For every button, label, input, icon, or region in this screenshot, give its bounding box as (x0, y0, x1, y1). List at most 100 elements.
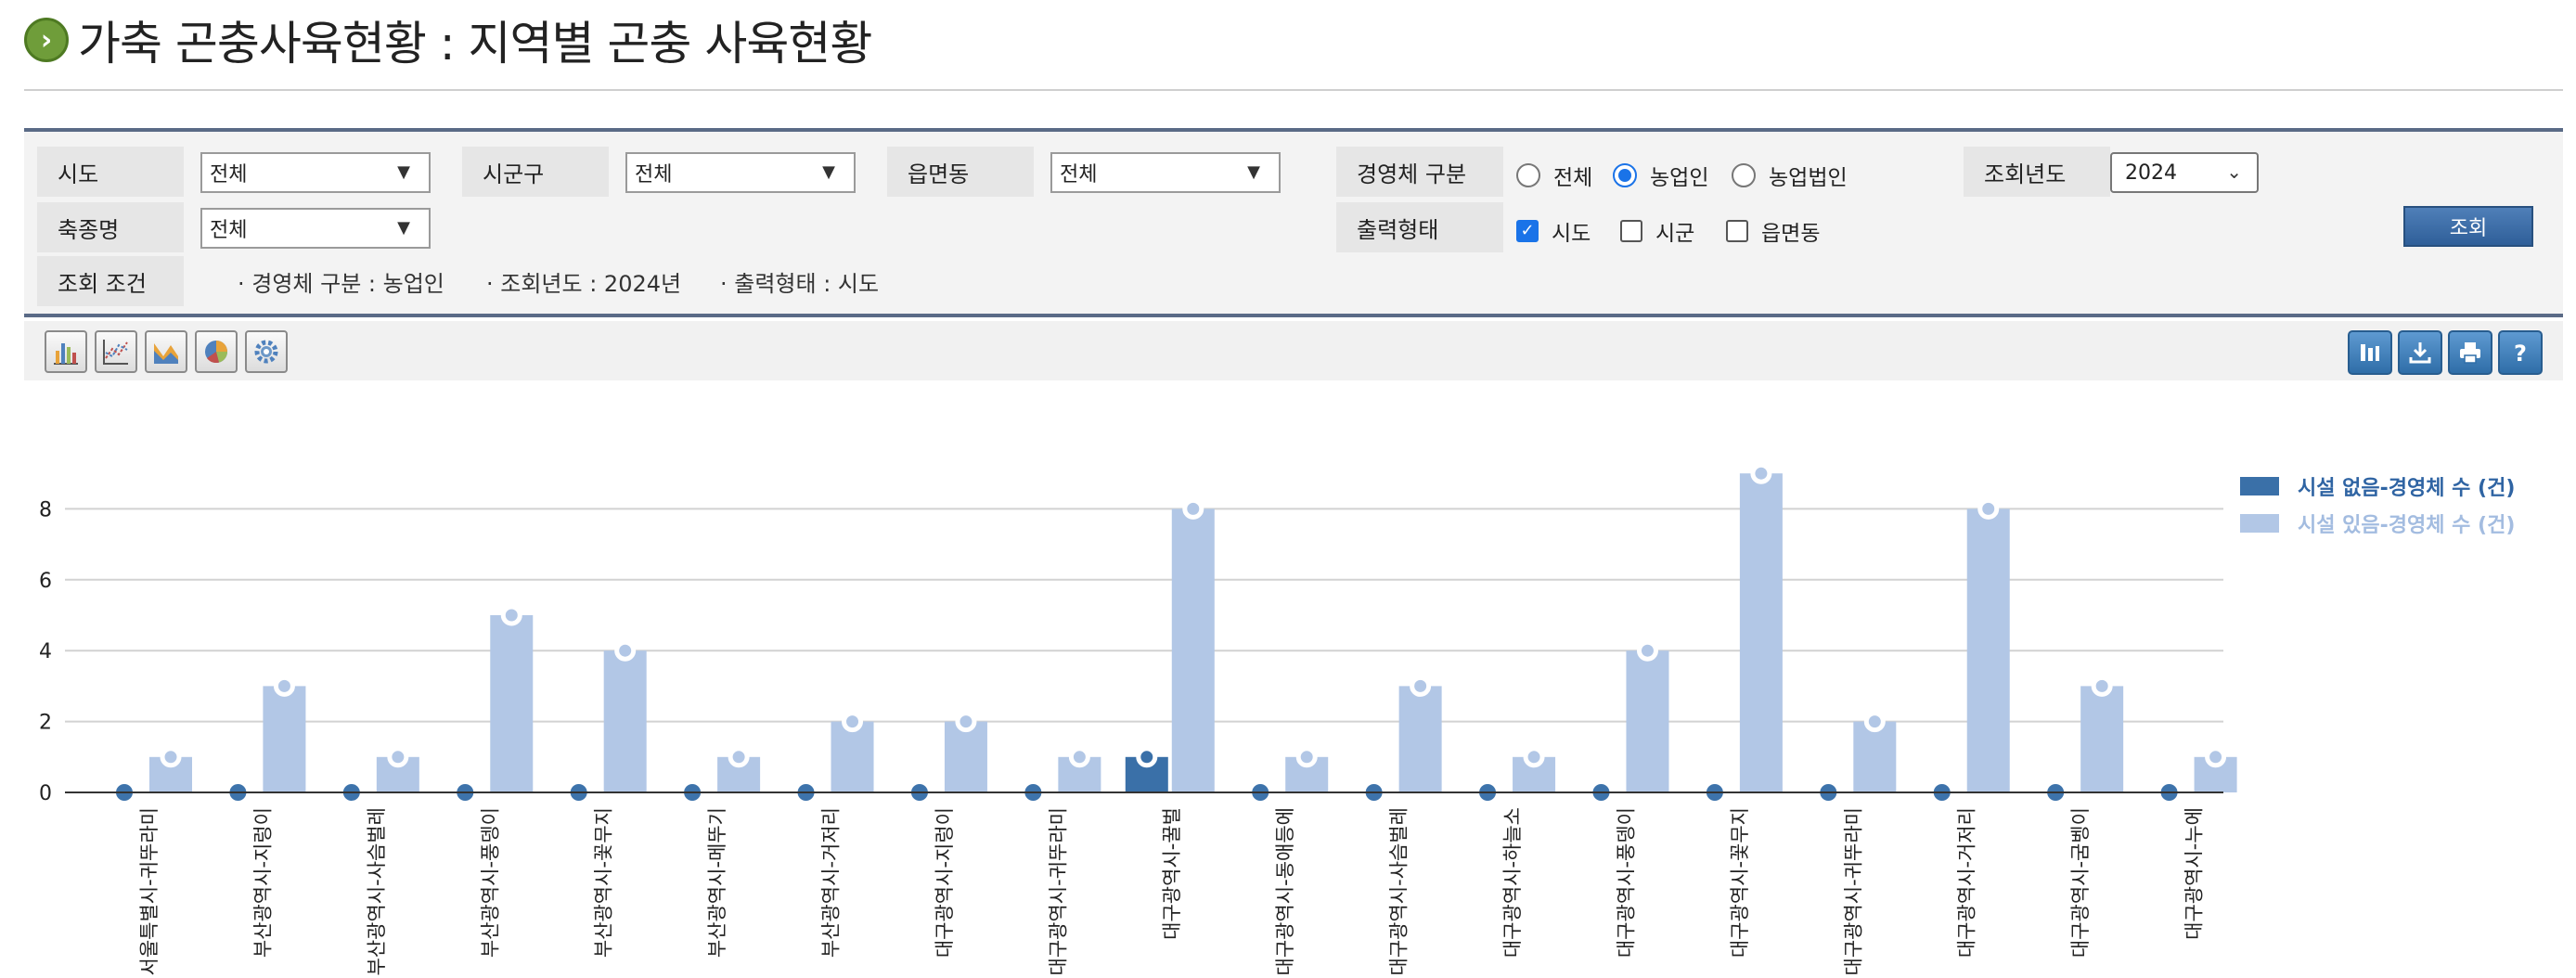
page-title: 가축 곤충사육현황 : 지역별 곤충 사육현황 (78, 17, 872, 71)
chart-area: 0 2 4 6 8 서울특별시-귀뚜라미 부산광역시-지렁이 부산광역시-사슴벌레 부산광역시-… (39, 462, 2237, 975)
legend-swatch (2240, 477, 2279, 495)
y-tick-label: 4 (39, 640, 52, 663)
radio-circle-icon (1516, 163, 1540, 187)
data-point-with-facility (1523, 746, 1545, 768)
species-label: 축종명 (37, 202, 184, 252)
legend-label: 시설 없음-경영체 수 (건) (2298, 477, 2516, 500)
legend-label: 시설 있음-경영체 수 (건) (2298, 514, 2516, 537)
data-point-with-facility (614, 639, 637, 662)
x-tick-label: 부산광역시-꽃무지 (593, 807, 615, 958)
print-button[interactable] (2448, 330, 2492, 375)
page-header: › 가축 곤충사육현황 : 지역별 곤충 사육현황 (24, 7, 872, 72)
download-button[interactable] (2398, 330, 2442, 375)
search-button[interactable]: 조회 (2403, 206, 2533, 247)
checkbox-icon (1620, 220, 1642, 242)
year-select[interactable]: 2024 ⌄ (2110, 152, 2259, 193)
sido-label: 시도 (37, 147, 184, 197)
output-sigun-checkbox[interactable]: 시군 (1620, 215, 1694, 247)
eupmyeondong-select[interactable]: 전체 ▼ (1050, 152, 1281, 193)
data-point-with-facility (160, 746, 182, 768)
x-tick-label: 대구광역시-꽃무지 (1729, 807, 1751, 958)
dropdown-arrow-icon: ▼ (397, 218, 410, 238)
y-tick-label: 2 (39, 712, 52, 735)
column-view-icon (2361, 344, 2379, 361)
print-icon (2460, 342, 2480, 364)
data-point-no-facility (1136, 746, 1158, 768)
checkbox-icon (1726, 220, 1748, 242)
pie-chart-icon (205, 341, 227, 364)
radio-circle-icon (1732, 163, 1756, 187)
entity-type-all-radio[interactable]: 전체 (1516, 160, 1592, 191)
sido-select[interactable]: 전체 ▼ (200, 152, 431, 193)
year-label: 조회년도 (1964, 147, 2110, 197)
x-tick-label: 부산광역시-거저리 (820, 807, 843, 958)
title-divider (24, 89, 2563, 91)
x-tick-label: 대구광역시-굼벵이 (2069, 807, 2092, 958)
checkbox-label: 읍면동 (1761, 222, 1821, 246)
legend-item-no-facility[interactable]: 시설 없음-경영체 수 (건) (2240, 468, 2515, 505)
eupmyeondong-select-value: 전체 (1060, 163, 1098, 187)
sigungu-select[interactable]: 전체 ▼ (625, 152, 856, 193)
x-tick-label: 대구광역시-귀뚜라미 (1842, 807, 1864, 975)
chart-toolbar: ? (24, 321, 2563, 380)
chart-legend: 시설 없음-경영체 수 (건) 시설 있음-경영체 수 (건) (2240, 468, 2515, 542)
x-tick-label: 부산광역시-메뚜기 (706, 807, 728, 958)
legend-item-with-facility[interactable]: 시설 있음-경영체 수 (건) (2240, 505, 2515, 542)
dropdown-arrow-icon: ▼ (397, 162, 410, 182)
y-tick-label: 8 (39, 498, 52, 521)
x-tick-label: 부산광역시-사슴벌레 (366, 807, 388, 975)
dropdown-arrow-icon: ▼ (822, 162, 835, 182)
data-point-with-facility (2205, 746, 2227, 768)
condition-item: · 경영체 구분 : 농업인 (238, 271, 444, 297)
condition-item: · 출력형태 : 시도 (720, 271, 880, 297)
x-tick-label: 대구광역시-풍뎅이 (1615, 807, 1637, 958)
dropdown-arrow-icon: ▼ (1247, 162, 1260, 182)
x-tick-label: 대구광역시-하늘소 (1501, 807, 1524, 958)
x-tick-label: 대구광역시-누에 (2183, 807, 2206, 940)
sigungu-select-value: 전체 (635, 163, 673, 187)
data-point-with-facility (1636, 639, 1658, 662)
bar-series-with-facility (1398, 686, 1442, 792)
settings-button[interactable] (245, 330, 288, 373)
pie-chart-button[interactable] (195, 330, 238, 373)
radio-label: 전체 (1553, 166, 1593, 190)
bar-chart-button[interactable] (45, 330, 87, 373)
x-tick-label: 서울특별시-귀뚜라미 (138, 807, 161, 975)
output-sido-checkbox[interactable]: ✓ 시도 (1516, 215, 1591, 247)
checkmark-icon: ✓ (1516, 220, 1539, 242)
y-tick-label: 6 (39, 570, 52, 593)
x-tick-label: 부산광역시-지렁이 (251, 807, 274, 958)
year-select-value: 2024 (2125, 161, 2177, 185)
species-select[interactable]: 전체 ▼ (200, 208, 431, 249)
legend-swatch (2240, 514, 2279, 533)
data-point-with-facility (955, 711, 977, 733)
x-tick-label: 대구광역시-꿀벌 (1161, 807, 1183, 940)
scatter-chart-button[interactable] (95, 330, 137, 373)
x-tick-label: 대구광역시-거저리 (1956, 807, 1978, 958)
help-button[interactable]: ? (2498, 330, 2543, 375)
conditions-label: 조회 조건 (37, 256, 184, 306)
data-point-with-facility (2091, 675, 2113, 697)
x-tick-label: 대구광역시-사슴벌레 (1388, 807, 1410, 975)
entity-type-corp-radio[interactable]: 농업법인 (1732, 160, 1848, 191)
data-point-with-facility (842, 711, 864, 733)
bar-series-with-facility (1739, 473, 1783, 792)
area-chart-button[interactable] (145, 330, 187, 373)
data-point-with-facility (1295, 746, 1318, 768)
x-tick-label: 대구광역시-귀뚜라미 (1047, 807, 1069, 975)
data-point-with-facility (1863, 711, 1886, 733)
data-point-with-facility (1182, 497, 1204, 520)
help-icon: ? (2514, 341, 2527, 367)
y-tick-label: 0 (39, 782, 52, 805)
entity-type-farmer-radio[interactable]: 농업인 (1613, 160, 1708, 191)
data-point-with-facility (1410, 675, 1432, 697)
entity-type-label: 경영체 구분 (1336, 147, 1503, 197)
area-chart-icon (154, 343, 178, 364)
output-eupmyeondong-checkbox[interactable]: 읍면동 (1726, 215, 1820, 247)
svg-text:?: ? (2514, 341, 2527, 367)
radio-label: 농업인 (1650, 166, 1709, 190)
bar-series-with-facility (263, 686, 306, 792)
data-point-with-facility (1750, 462, 1772, 484)
column-view-button[interactable] (2348, 330, 2392, 375)
scatter-chart-icon (103, 340, 128, 365)
